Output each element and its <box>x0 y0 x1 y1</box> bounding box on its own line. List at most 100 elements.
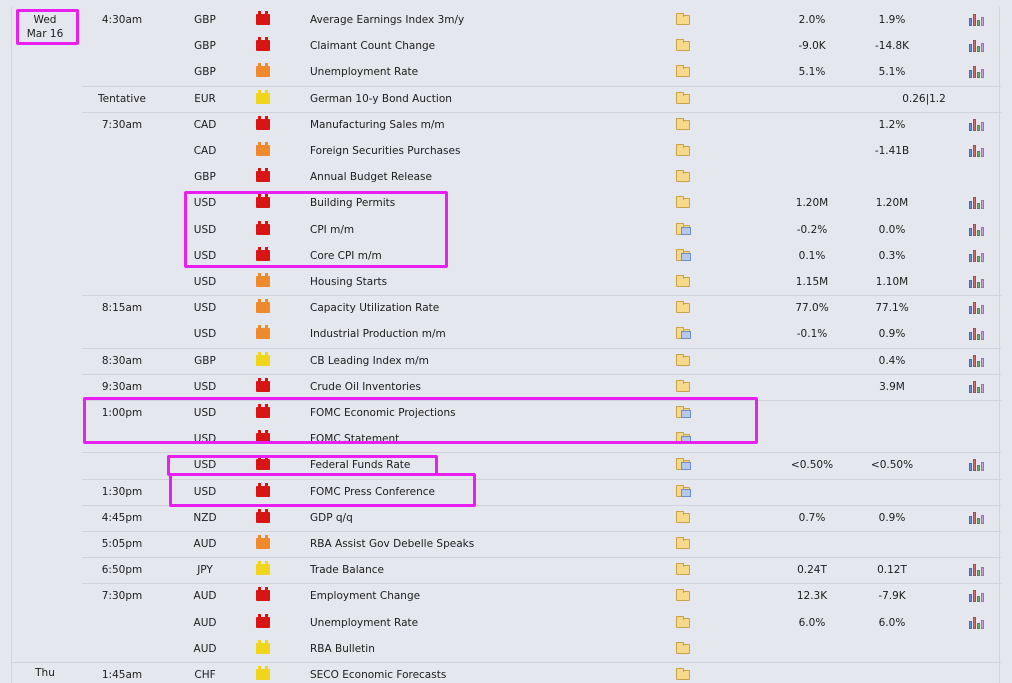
folder-icon[interactable] <box>676 615 690 628</box>
event-row[interactable]: USD Industrial Production m/m -0.1% 0.9% <box>12 321 1001 347</box>
event-row[interactable]: 8:30am GBP CB Leading Index m/m 0.4% <box>12 348 1001 374</box>
event-row[interactable]: GBP Claimant Count Change -9.0K -14.8K <box>12 33 1001 59</box>
event-title[interactable]: Housing Starts <box>310 269 660 295</box>
folder-document-icon[interactable] <box>676 222 691 235</box>
bar-chart-icon[interactable] <box>968 38 984 53</box>
bar-chart-icon[interactable] <box>968 457 984 472</box>
event-row[interactable]: 9:30am USD Crude Oil Inventories 3.9M <box>12 374 1001 400</box>
event-title[interactable]: Trade Balance <box>310 557 660 583</box>
event-title[interactable]: Industrial Production m/m <box>310 321 660 347</box>
bar-chart-icon[interactable] <box>968 12 984 26</box>
bar-chart-icon[interactable] <box>968 274 984 288</box>
event-previous <box>874 138 974 164</box>
bar-chart-icon[interactable] <box>968 222 984 236</box>
event-row[interactable]: USD Core CPI m/m 0.1% 0.3% <box>12 243 1001 269</box>
event-title[interactable]: SECO Economic Forecasts <box>310 662 660 683</box>
event-time: 4:45pm <box>101 511 143 524</box>
bar-chart-icon[interactable] <box>968 326 984 341</box>
folder-document-icon[interactable] <box>676 484 691 497</box>
impact-low-icon <box>256 666 270 680</box>
bar-chart-icon[interactable] <box>968 248 984 262</box>
bar-chart-icon[interactable] <box>968 64 984 79</box>
event-title[interactable]: RBA Assist Gov Debelle Speaks <box>310 531 660 557</box>
event-title[interactable]: Capacity Utilization Rate <box>310 295 660 321</box>
bar-chart-icon[interactable] <box>968 510 984 524</box>
folder-icon[interactable] <box>676 13 690 25</box>
event-previous: 0.26|1.2 <box>902 92 946 105</box>
folder-icon[interactable] <box>676 91 690 104</box>
folder-icon[interactable] <box>676 170 690 183</box>
folder-icon[interactable] <box>676 39 690 52</box>
bar-chart-icon[interactable] <box>968 300 984 315</box>
event-row[interactable]: 5:05pm AUD RBA Assist Gov Debelle Speaks <box>12 531 1001 557</box>
bar-chart-icon[interactable] <box>968 562 984 577</box>
event-row[interactable]: 6:50pm JPY Trade Balance 0.24T 0.12T <box>12 557 1001 583</box>
bar-chart-icon[interactable] <box>968 143 984 157</box>
event-row[interactable]: USD CPI m/m -0.2% 0.0% <box>12 217 1001 243</box>
event-row[interactable]: 7:30am CAD Manufacturing Sales m/m 1.2% <box>12 112 1001 138</box>
highlight-box-press-conference <box>169 473 476 507</box>
event-row[interactable]: 7:30pm AUD Employment Change 12.3K -7.9K <box>12 583 1001 609</box>
folder-icon[interactable] <box>676 510 690 523</box>
event-title[interactable]: Average Earnings Index 3m/y <box>310 7 660 33</box>
event-title[interactable]: German 10-y Bond Auction <box>310 86 660 112</box>
folder-document-icon[interactable] <box>676 248 691 261</box>
event-time: Tentative <box>97 92 146 105</box>
event-row[interactable]: AUD RBA Bulletin <box>12 636 1001 662</box>
bar-chart-icon[interactable] <box>968 615 984 629</box>
event-row[interactable]: GBP Annual Budget Release <box>12 164 1001 190</box>
event-actual <box>772 112 852 138</box>
folder-icon[interactable] <box>676 144 690 156</box>
event-row[interactable]: USD Federal Funds Rate <0.50% <0.50% <box>12 452 1001 478</box>
event-row[interactable]: Tentative EUR German 10-y Bond Auction 0.26… <box>12 86 1001 112</box>
folder-icon[interactable] <box>676 641 690 654</box>
folder-document-icon[interactable] <box>676 458 691 471</box>
event-row[interactable]: 8:15am USD Capacity Utilization Rate 77.0% 7… <box>12 295 1001 321</box>
bar-chart-icon[interactable] <box>968 588 984 603</box>
event-title[interactable]: GDP q/q <box>310 505 660 531</box>
event-actual: 0.7% <box>798 511 826 524</box>
folder-icon[interactable] <box>676 275 690 287</box>
event-title[interactable]: CB Leading Index m/m <box>310 348 660 374</box>
event-row[interactable]: 1:30pm USD FOMC Press Conference <box>12 479 1001 505</box>
folder-icon[interactable] <box>676 65 690 78</box>
event-actual: 0.24T <box>797 564 827 577</box>
folder-icon[interactable] <box>676 353 690 366</box>
event-row[interactable]: USD Housing Starts 1.15M 1.10M <box>12 269 1001 295</box>
event-currency: AUD <box>193 538 217 550</box>
event-row[interactable]: AUD Unemployment Rate 6.0% 6.0% <box>12 610 1001 636</box>
bar-chart-icon[interactable] <box>968 195 984 210</box>
event-title[interactable]: RBA Bulletin <box>310 636 660 662</box>
folder-icon[interactable] <box>676 117 690 130</box>
event-actual: -0.2% <box>796 223 828 236</box>
event-title[interactable]: Unemployment Rate <box>310 59 660 85</box>
event-previous <box>874 610 974 636</box>
event-row[interactable]: 1:45am CHF SECO Economic Forecasts <box>12 662 1001 683</box>
event-actual: 5.1% <box>798 66 826 79</box>
event-title[interactable]: Employment Change <box>310 583 660 609</box>
event-title[interactable]: Manufacturing Sales m/m <box>310 112 660 138</box>
folder-document-icon[interactable] <box>676 327 691 340</box>
bar-chart-icon[interactable] <box>968 353 984 367</box>
folder-icon[interactable] <box>676 301 690 314</box>
event-row[interactable]: CAD Foreign Securities Purchases -1.41B <box>12 138 1001 164</box>
folder-icon[interactable] <box>676 537 690 549</box>
event-title[interactable]: Annual Budget Release <box>310 164 660 190</box>
event-title[interactable]: Foreign Securities Purchases <box>310 138 660 164</box>
bar-chart-icon[interactable] <box>968 379 984 393</box>
event-row[interactable]: GBP Unemployment Rate 5.1% 5.1% <box>12 59 1001 85</box>
bar-chart-icon[interactable] <box>968 117 984 131</box>
folder-icon[interactable] <box>676 196 690 209</box>
event-actual: 2.0% <box>798 14 826 26</box>
folder-icon[interactable] <box>676 668 690 680</box>
event-row[interactable]: USD Building Permits 1.20M 1.20M <box>12 190 1001 216</box>
event-title[interactable]: Claimant Count Change <box>310 33 660 59</box>
event-row[interactable]: 4:45pm NZD GDP q/q 0.7% 0.9% <box>12 505 1001 531</box>
folder-icon[interactable] <box>676 563 690 576</box>
folder-icon[interactable] <box>676 379 690 392</box>
event-title[interactable]: Crude Oil Inventories <box>310 374 660 400</box>
event-row[interactable]: 4:30am GBP Average Earnings Index 3m/y 2.0%… <box>12 7 1001 33</box>
economic-calendar: Wed Mar 16 Thu 4:30am GBP Average Earnings… <box>11 7 1001 683</box>
event-title[interactable]: Unemployment Rate <box>310 610 660 636</box>
folder-icon[interactable] <box>676 589 690 602</box>
